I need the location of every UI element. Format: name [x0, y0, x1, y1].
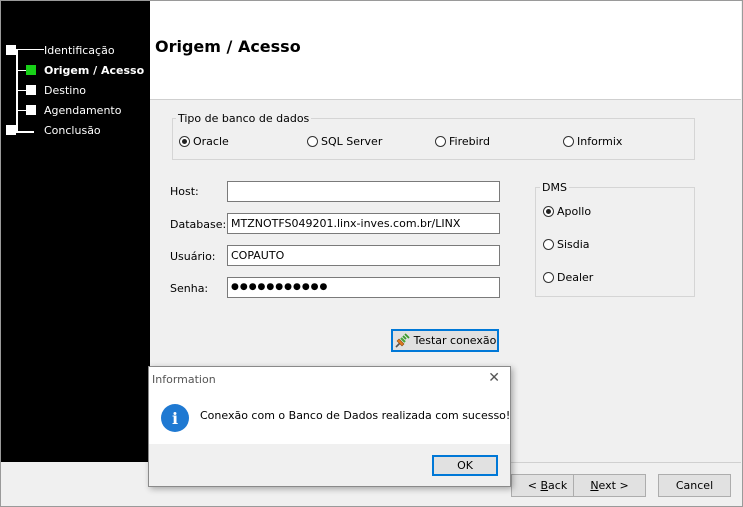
- test-connection-label: Testar conexão: [413, 334, 497, 347]
- step-marker-conclusao: [6, 125, 16, 135]
- radio-firebird[interactable]: Firebird: [435, 135, 490, 148]
- radio-oracle[interactable]: Oracle: [179, 135, 229, 148]
- tree-line: [16, 49, 44, 50]
- step-label-conclusao: Conclusão: [44, 124, 101, 137]
- radio-sql-server-label: SQL Server: [321, 135, 383, 148]
- db-type-legend: Tipo de banco de dados: [176, 112, 312, 125]
- step-label-identificacao: Identificação: [44, 44, 115, 57]
- radio-dealer-label: Dealer: [557, 271, 594, 284]
- wizard-sidebar: Identificação Origem / Acesso Destino Ag…: [1, 1, 150, 462]
- dialog-message: Conexão com o Banco de Dados realizada c…: [200, 409, 511, 422]
- radio-sisdia[interactable]: Sisdia: [543, 238, 590, 251]
- radio-oracle-label: Oracle: [193, 135, 229, 148]
- next-button-label: Next >: [590, 479, 629, 492]
- radio-sisdia-circle[interactable]: [543, 239, 554, 250]
- password-input[interactable]: ●●●●●●●●●●●: [227, 277, 500, 298]
- host-input[interactable]: [227, 181, 500, 202]
- tree-line: [16, 131, 34, 133]
- plug-icon: [395, 332, 410, 348]
- step-marker-agendamento: [26, 105, 36, 115]
- radio-firebird-label: Firebird: [449, 135, 490, 148]
- step-marker-origem-acesso: [26, 65, 36, 75]
- back-button-label: < Back: [527, 479, 568, 492]
- tree-line: [16, 90, 26, 91]
- user-label: Usuário:: [170, 250, 216, 263]
- ok-button[interactable]: OK: [432, 455, 498, 476]
- password-label: Senha:: [170, 282, 209, 295]
- radio-apollo-circle[interactable]: [543, 206, 554, 217]
- tree-line: [16, 49, 18, 133]
- radio-informix-label: Informix: [577, 135, 623, 148]
- info-icon: i: [161, 404, 189, 432]
- radio-dealer-circle[interactable]: [543, 272, 554, 283]
- step-label-origem-acesso: Origem / Acesso: [44, 64, 145, 77]
- test-connection-button[interactable]: Testar conexão: [391, 329, 499, 352]
- radio-firebird-circle[interactable]: [435, 136, 446, 147]
- radio-oracle-circle[interactable]: [179, 136, 190, 147]
- database-input[interactable]: MTZNOTFS049201.linx-inves.com.br/LINX: [227, 213, 500, 234]
- user-input[interactable]: COPAUTO: [227, 245, 500, 266]
- cancel-button[interactable]: Cancel: [658, 474, 731, 497]
- radio-informix-circle[interactable]: [563, 136, 574, 147]
- radio-apollo[interactable]: Apollo: [543, 205, 591, 218]
- radio-dealer[interactable]: Dealer: [543, 271, 593, 284]
- dialog-footer: OK: [149, 444, 510, 486]
- host-label: Host:: [170, 185, 199, 198]
- close-icon[interactable]: ✕: [488, 370, 500, 386]
- tree-line: [16, 70, 26, 71]
- step-label-destino: Destino: [44, 84, 87, 97]
- dialog-title: Information: [152, 373, 216, 386]
- information-dialog: Information ✕ i Conexão com o Banco de D…: [148, 366, 511, 487]
- radio-sql-server-circle[interactable]: [307, 136, 318, 147]
- radio-sql-server[interactable]: SQL Server: [307, 135, 382, 148]
- next-button[interactable]: Next >: [573, 474, 646, 497]
- dms-legend: DMS: [540, 181, 569, 194]
- step-marker-destino: [26, 85, 36, 95]
- radio-sisdia-label: Sisdia: [557, 238, 590, 251]
- step-label-agendamento: Agendamento: [44, 104, 122, 117]
- radio-apollo-label: Apollo: [557, 205, 592, 218]
- step-marker-identificacao: [6, 45, 16, 55]
- database-label: Database:: [170, 218, 227, 231]
- tree-line: [16, 110, 26, 111]
- radio-informix[interactable]: Informix: [563, 135, 622, 148]
- page-title: Origem / Acesso: [155, 37, 301, 56]
